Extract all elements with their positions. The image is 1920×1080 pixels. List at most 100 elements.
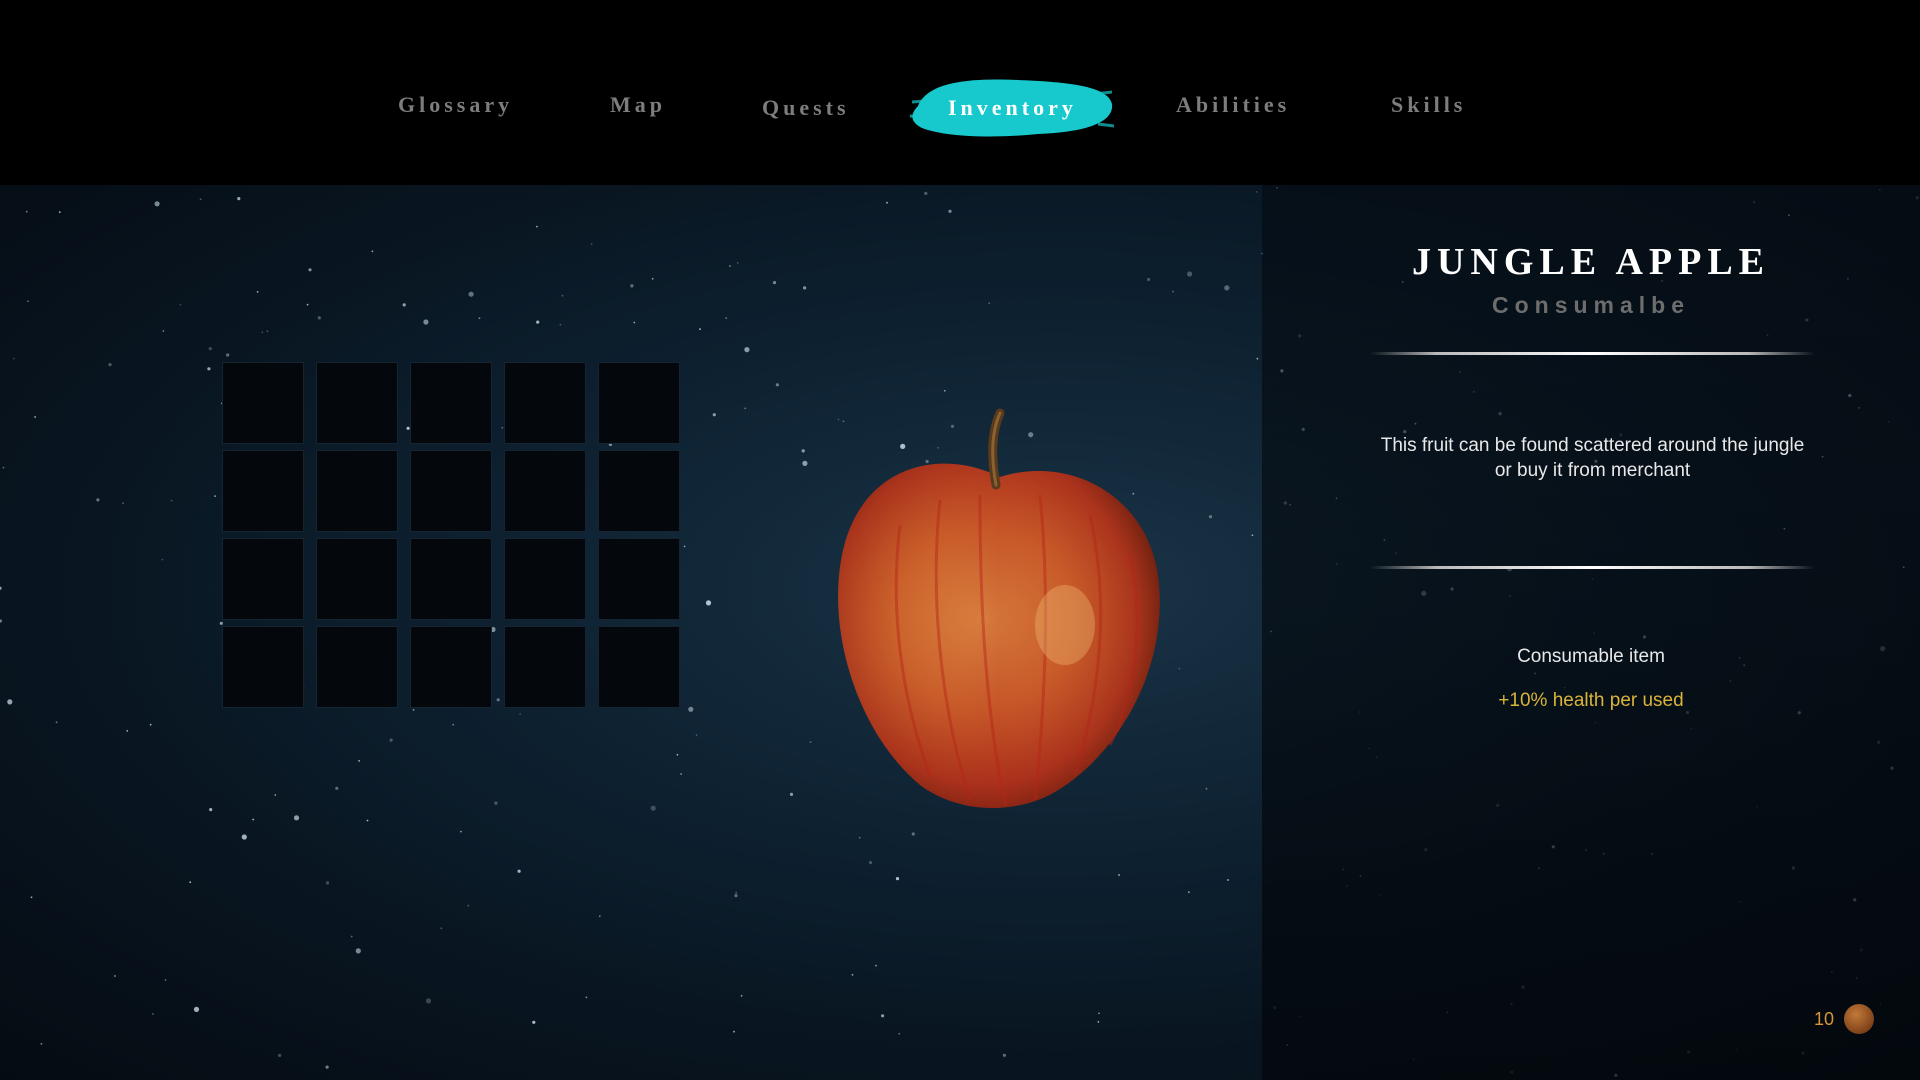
star [179, 303, 182, 306]
star [108, 363, 112, 367]
tab-quests[interactable]: Quests [762, 95, 850, 121]
star [207, 367, 211, 371]
inventory-slot[interactable] [504, 362, 586, 444]
inventory-slot[interactable] [316, 450, 398, 532]
star [389, 738, 393, 742]
item-title: JUNGLE APPLE [1411, 241, 1771, 283]
star [699, 328, 701, 330]
star [350, 935, 353, 938]
star [402, 303, 406, 307]
star [651, 277, 654, 280]
star [851, 973, 854, 976]
star [199, 198, 202, 201]
top-divider [1370, 352, 1815, 355]
star [680, 773, 682, 775]
tab-skills[interactable]: Skills [1391, 92, 1466, 118]
star [170, 499, 173, 502]
star [676, 753, 679, 756]
tab-inventory[interactable]: Inventory [948, 95, 1077, 121]
star [729, 265, 731, 267]
inventory-slot[interactable] [504, 626, 586, 708]
inventory-slot[interactable] [410, 538, 492, 620]
star [161, 558, 164, 561]
star [948, 209, 952, 213]
inventory-slot[interactable] [504, 450, 586, 532]
star [712, 413, 716, 417]
item-type: Consumalbe [1491, 292, 1691, 318]
inventory-slot[interactable] [410, 362, 492, 444]
star [237, 197, 241, 201]
star [325, 1065, 329, 1069]
star [58, 211, 61, 213]
tab-map[interactable]: Map [610, 92, 666, 118]
star [208, 347, 212, 351]
star [25, 210, 28, 213]
star [735, 891, 738, 894]
star [278, 1053, 282, 1057]
star [189, 881, 192, 884]
star [325, 881, 330, 885]
star [1256, 357, 1259, 360]
tab-glossary[interactable]: Glossary [398, 92, 513, 118]
inventory-slot[interactable] [410, 450, 492, 532]
star [293, 815, 300, 821]
inventory-slot[interactable] [504, 538, 586, 620]
star [452, 723, 455, 726]
star [1208, 515, 1213, 519]
inventory-slot[interactable] [598, 362, 680, 444]
inventory-slot[interactable] [222, 362, 304, 444]
inventory-slot[interactable] [222, 626, 304, 708]
tab-abilities[interactable]: Abilities [1176, 92, 1290, 118]
star [536, 320, 540, 324]
star [467, 904, 470, 907]
inventory-slot[interactable] [316, 626, 398, 708]
star [536, 225, 538, 228]
inventory-slot[interactable] [222, 538, 304, 620]
item-description-line-2: or buy it from merchant [1494, 460, 1691, 481]
star [164, 979, 167, 981]
star [895, 877, 900, 881]
star [494, 801, 498, 805]
star [1187, 271, 1193, 277]
inventory-slot[interactable] [222, 450, 304, 532]
star [559, 323, 562, 326]
inventory-slot[interactable] [598, 538, 680, 620]
star [1227, 879, 1229, 881]
star [1224, 285, 1230, 291]
inventory-grid [222, 362, 680, 708]
star [858, 836, 861, 839]
star [468, 291, 474, 297]
inventory-slot[interactable] [316, 362, 398, 444]
star [30, 896, 33, 899]
star [366, 819, 369, 822]
star [1251, 534, 1254, 537]
item-effect: +10% health per used [1498, 690, 1684, 711]
star [519, 713, 521, 715]
star [1098, 1012, 1100, 1015]
apple-image [838, 408, 1160, 809]
star [801, 449, 805, 453]
star [809, 741, 812, 743]
item-info-panel [1262, 185, 1920, 1080]
star [705, 600, 712, 606]
inventory-slot[interactable] [410, 626, 492, 708]
inventory-slot[interactable] [316, 538, 398, 620]
star [335, 786, 339, 790]
star [517, 869, 521, 873]
inventory-slot[interactable] [598, 450, 680, 532]
inventory-slot[interactable] [598, 626, 680, 708]
star [226, 353, 230, 357]
star [683, 545, 686, 548]
star [266, 330, 269, 333]
star [688, 706, 694, 712]
star [412, 709, 415, 711]
currency-display: 10 [1814, 1004, 1875, 1034]
apple-icon [820, 405, 1180, 825]
star [152, 1013, 154, 1015]
star [154, 201, 160, 207]
star [241, 834, 247, 840]
star [252, 818, 255, 821]
star [585, 996, 588, 999]
star [886, 201, 888, 204]
star [802, 460, 808, 466]
